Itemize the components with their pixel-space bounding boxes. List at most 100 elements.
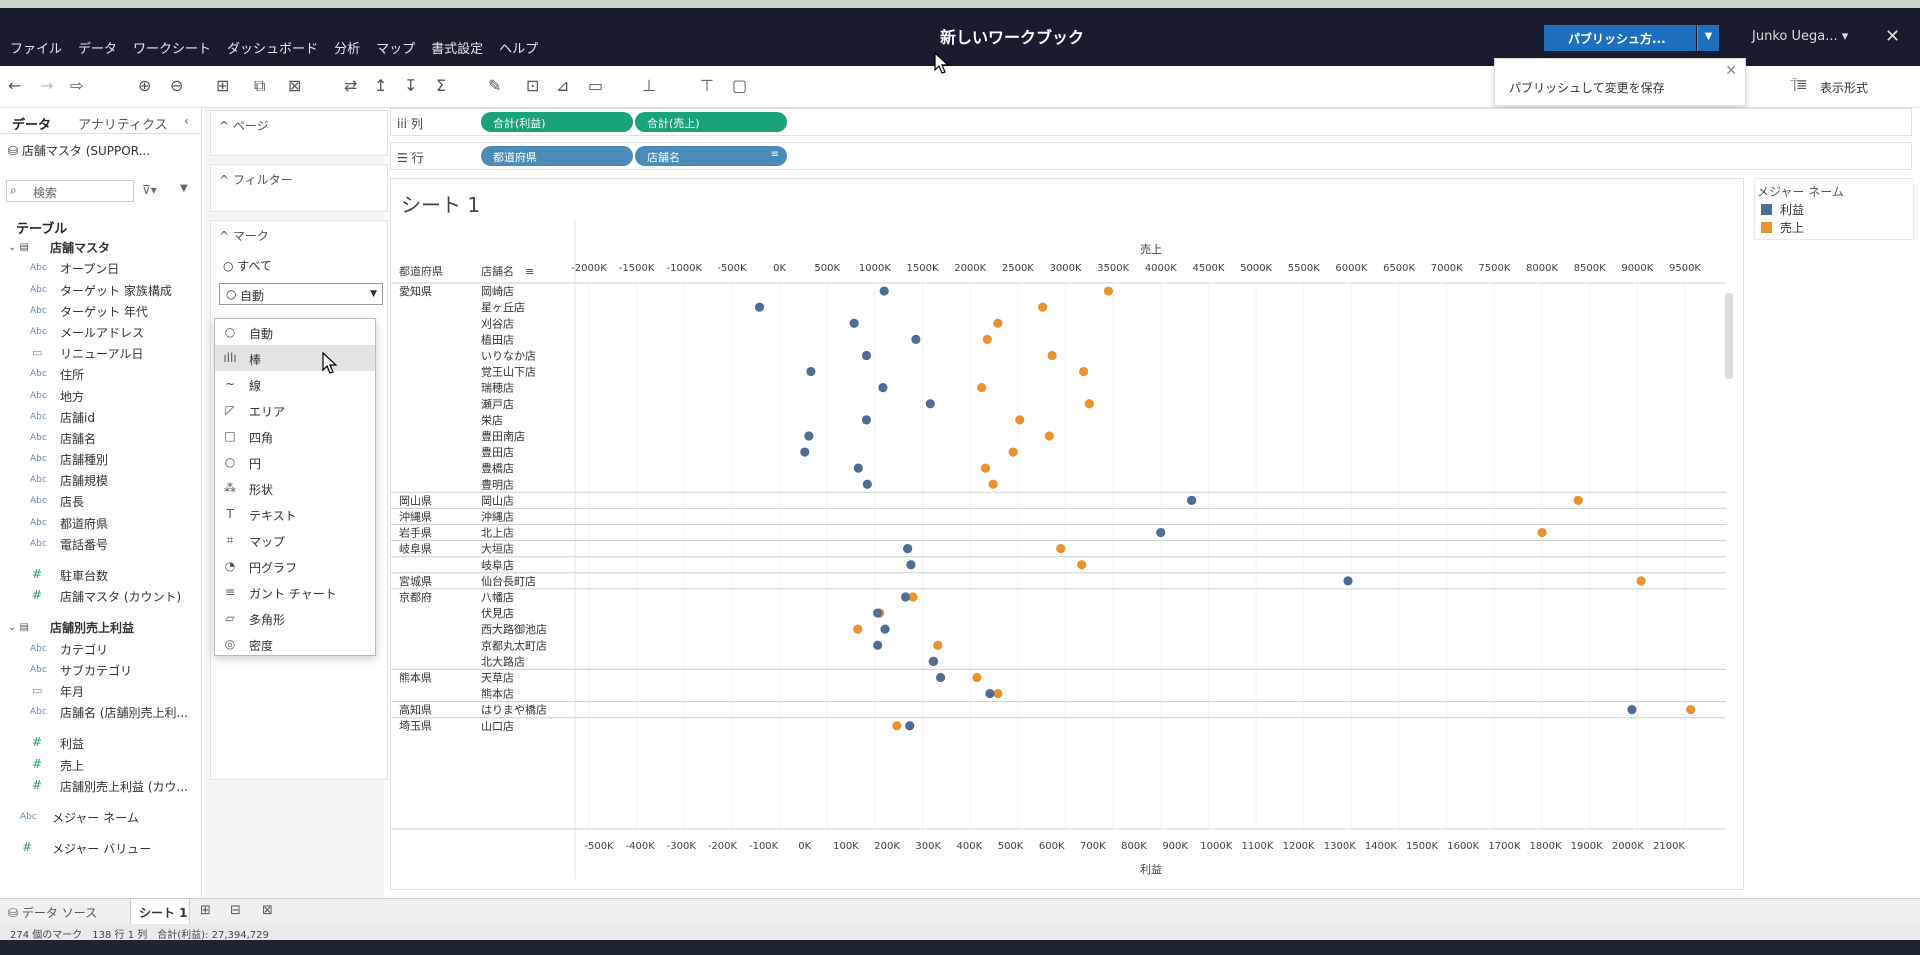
- labels-icon[interactable]: ⊡: [526, 76, 539, 95]
- pill-sum-sales[interactable]: 合計(売上): [635, 112, 787, 132]
- undo-icon[interactable]: ←: [8, 76, 21, 95]
- sort-desc-icon[interactable]: ↧: [404, 76, 417, 95]
- field-item[interactable]: Abc ターゲット 年代: [0, 301, 202, 322]
- field-item[interactable]: Abc メジャー ネーム: [0, 807, 202, 828]
- tooltip-close-icon[interactable]: ✕: [1725, 63, 1737, 79]
- field-item[interactable]: Abc 住所: [0, 364, 202, 385]
- field-item[interactable]: Abc 店舗種別: [0, 449, 202, 470]
- field-item[interactable]: Abc 店舗名 (店舗別売上利...: [0, 702, 202, 723]
- collapse-pane-icon[interactable]: ‹: [184, 114, 189, 128]
- datasource-item[interactable]: ⛁ 店舗マスタ (SUPPOR...: [8, 142, 150, 159]
- tab-sheet1[interactable]: シート 1: [130, 899, 190, 925]
- mark-type-option[interactable]: ⁂ 形状: [215, 475, 375, 501]
- field-item[interactable]: ▭ 年月: [0, 681, 202, 702]
- field-item[interactable]: Abc ターゲット 家族構成: [0, 280, 202, 301]
- totals-icon[interactable]: Σ: [436, 76, 446, 95]
- pill-store-name[interactable]: 店舗名 ≡: [635, 146, 787, 166]
- annotate-icon[interactable]: ⊿: [556, 76, 569, 95]
- mark-type-option[interactable]: ~ 線: [215, 371, 375, 397]
- field-item[interactable]: ▭ リニューアル日: [0, 343, 202, 364]
- field-item[interactable]: # 利益: [0, 733, 202, 754]
- menu-item-2[interactable]: ワークシート: [133, 38, 211, 57]
- menu-item-3[interactable]: ダッシュボード: [227, 38, 318, 57]
- mark-type-option[interactable]: ⌗ マップ: [215, 527, 375, 553]
- redo-icon[interactable]: →: [40, 76, 53, 95]
- field-item[interactable]: Abc 店長: [0, 491, 202, 512]
- new-datasource-icon[interactable]: ⊕: [138, 76, 151, 95]
- presentation-icon[interactable]: ▢: [732, 76, 747, 95]
- pill-sum-profit[interactable]: 合計(利益): [481, 112, 633, 132]
- mark-type-option[interactable]: ◔ 円グラフ: [215, 553, 375, 579]
- show-me-button[interactable]: 表示形式: [1820, 79, 1868, 96]
- mark-type-option[interactable]: ◎ 密度: [215, 631, 375, 657]
- scatter-chart[interactable]: 都道府県 店舗名 ≡ 売上 -2000K -1500K -1000K -500K 0K 500K 1…: [391, 179, 1745, 891]
- mark-type-option[interactable]: ▱ 多角形: [215, 605, 375, 631]
- tab-data[interactable]: データ: [12, 114, 51, 133]
- rows-shelf[interactable]: ☰ 行 都道府県 店舗名 ≡: [390, 142, 1912, 170]
- mark-type-option[interactable]: T テキスト: [215, 501, 375, 527]
- fit-icon[interactable]: ▭: [588, 76, 603, 95]
- menu-item-4[interactable]: 分析: [334, 38, 360, 57]
- field-item[interactable]: Abc カテゴリ: [0, 639, 202, 660]
- field-item[interactable]: # メジャー バリュー: [0, 838, 202, 859]
- menu-item-7[interactable]: ヘルプ: [499, 38, 538, 57]
- save-icon[interactable]: ⇨: [70, 76, 83, 95]
- legend-item-sales[interactable]: 売上: [1761, 219, 1804, 236]
- mark-type-select[interactable]: ○ 自動 ▼: [219, 283, 383, 305]
- user-menu[interactable]: Junko Uega... ▾: [1752, 29, 1848, 44]
- field-item[interactable]: # 店舗別売上利益 (カウ...: [0, 776, 202, 797]
- field-item[interactable]: # 駐車台数: [0, 565, 202, 586]
- swap-icon[interactable]: ⇄: [344, 76, 357, 95]
- menu-item-5[interactable]: マップ: [376, 38, 415, 57]
- mark-type-option[interactable]: ○ 自動: [215, 319, 375, 345]
- datasource-icon[interactable]: ⊖: [170, 76, 183, 95]
- field-item[interactable]: Abc サブカテゴリ: [0, 660, 202, 681]
- field-item[interactable]: Abc オープン日: [0, 258, 202, 279]
- field-item[interactable]: Abc 都道府県: [0, 513, 202, 534]
- axis-icon[interactable]: ⊥: [642, 76, 656, 95]
- field-item[interactable]: # 売上: [0, 755, 202, 776]
- pages-card[interactable]: ^ ページ: [210, 110, 388, 156]
- mark-type-option[interactable]: ıllı 棒: [215, 345, 375, 371]
- show-me-icon[interactable]: ≣: [1796, 77, 1808, 93]
- mark-type-option[interactable]: ◸ エリア: [215, 397, 375, 423]
- duplicate-sheet-icon[interactable]: ⧉: [254, 76, 265, 96]
- field-item[interactable]: Abc 店舗名: [0, 428, 202, 449]
- new-story-icon[interactable]: ⊠: [262, 903, 273, 918]
- mark-type-label: 自動: [249, 327, 274, 341]
- new-worksheet-icon[interactable]: ⊞: [200, 903, 211, 918]
- mark-type-option[interactable]: □ 四角: [215, 423, 375, 449]
- filters-card[interactable]: ^ フィルター: [210, 164, 388, 212]
- menu-item-0[interactable]: ファイル: [10, 38, 62, 57]
- field-item[interactable]: Abc 地方: [0, 386, 202, 407]
- field-item[interactable]: # 店舗マスタ (カウント): [0, 586, 202, 607]
- marks-all[interactable]: ○ すべて: [223, 257, 272, 274]
- pane-menu-icon[interactable]: ▼: [180, 183, 188, 194]
- columns-shelf[interactable]: iii 列 合計(利益) 合計(売上): [390, 108, 1912, 136]
- filter-icon[interactable]: ⊽▾: [142, 183, 157, 197]
- field-item[interactable]: ⌄ ▤ 店舗マスタ: [0, 237, 202, 258]
- new-sheet-icon[interactable]: ⊞: [216, 76, 229, 95]
- publish-button[interactable]: パブリッシュ方...: [1544, 25, 1696, 51]
- field-item[interactable]: Abc 店舗規模: [0, 470, 202, 491]
- tab-datasource[interactable]: ⛁ データ ソース: [8, 904, 97, 921]
- menu-item-6[interactable]: 書式設定: [431, 38, 483, 57]
- field-item[interactable]: Abc 電話番号: [0, 534, 202, 555]
- new-dashboard-icon[interactable]: ⊟: [230, 903, 241, 918]
- mark-type-option[interactable]: ○ 円: [215, 449, 375, 475]
- tooltip-icon[interactable]: ⊤: [700, 76, 714, 95]
- field-item[interactable]: ⌄ ▤ 店舗別売上利益: [0, 617, 202, 638]
- sort-asc-icon[interactable]: ↥: [374, 76, 387, 95]
- legend-item-profit[interactable]: 利益: [1761, 201, 1804, 218]
- highlight-icon[interactable]: ✎: [488, 76, 501, 95]
- close-icon[interactable]: ✕: [1885, 26, 1900, 47]
- field-item[interactable]: Abc メールアドレス: [0, 322, 202, 343]
- publish-dropdown-button[interactable]: ▼: [1697, 25, 1719, 51]
- clear-sheet-icon[interactable]: ⊠: [288, 76, 301, 95]
- menu-item-1[interactable]: データ: [78, 38, 117, 57]
- search-input[interactable]: 検索: [6, 180, 134, 202]
- mark-type-option[interactable]: ≡ ガント チャート: [215, 579, 375, 605]
- pill-prefecture[interactable]: 都道府県: [481, 146, 633, 166]
- field-item[interactable]: Abc 店舗id: [0, 407, 202, 428]
- tab-analytics[interactable]: アナリティクス: [78, 114, 168, 133]
